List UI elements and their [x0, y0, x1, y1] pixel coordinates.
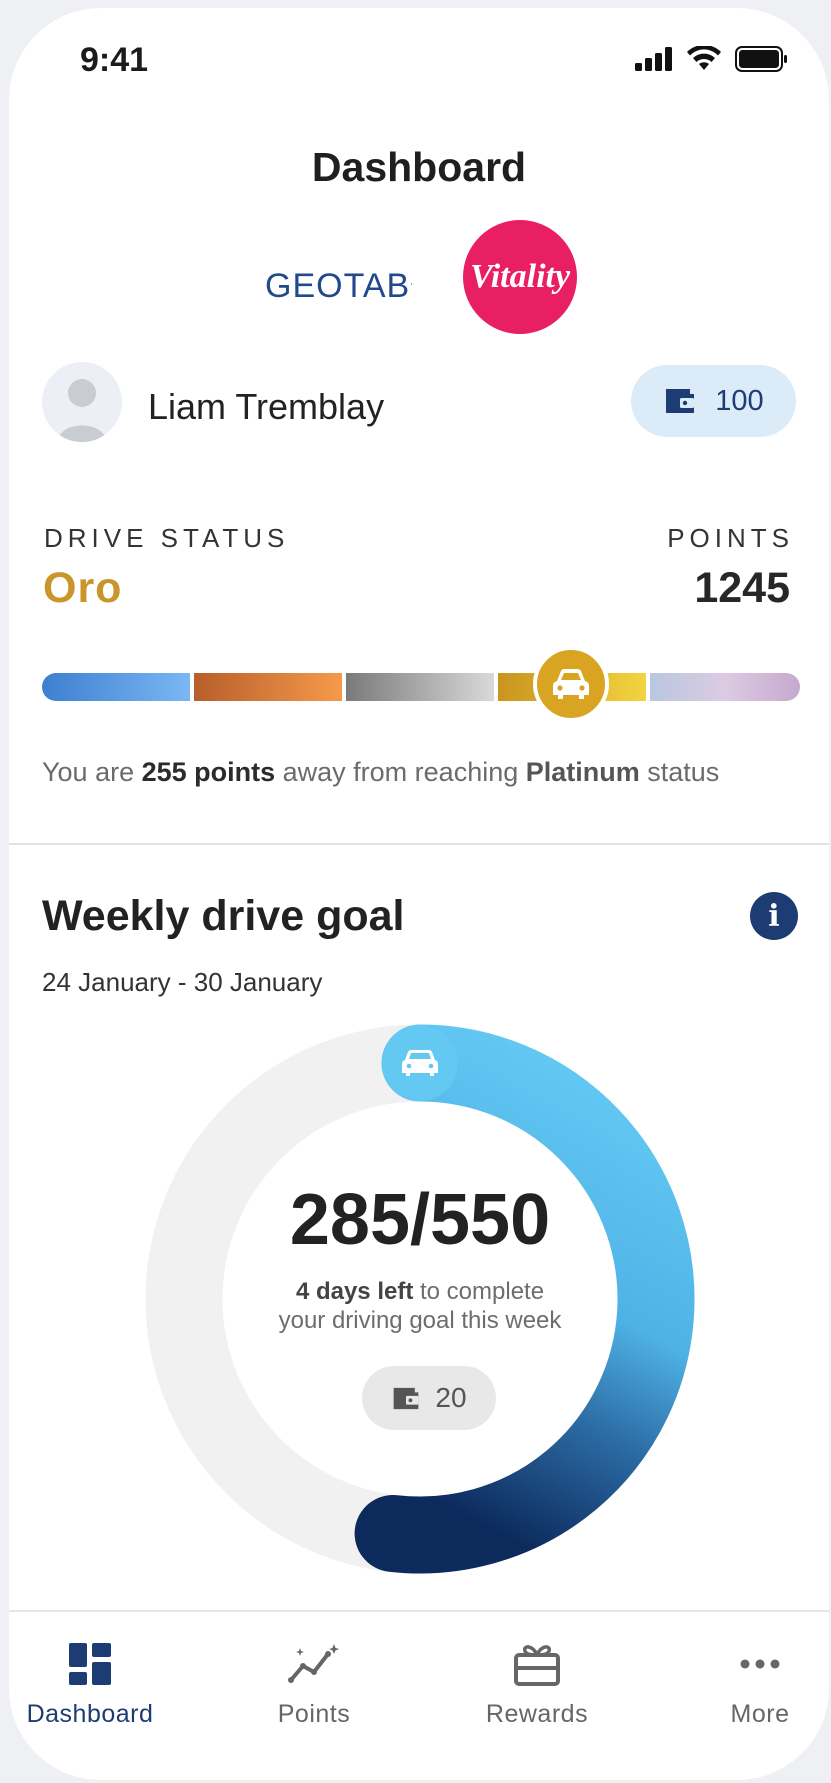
- tier-segment-silver: [346, 673, 494, 701]
- signal-icon: [635, 47, 672, 71]
- weekly-goal-date-range: 24 January - 30 January: [42, 967, 323, 997]
- points-label: POINTS: [667, 523, 794, 553]
- tab-points[interactable]: Points: [214, 1612, 414, 1780]
- section-divider: [9, 843, 829, 845]
- geotab-logo: GEOTAB.: [265, 267, 414, 305]
- goal-progress-value: 285/550: [289, 1180, 551, 1260]
- phone-screen: 9:41 Dashboard GEOTAB. Vitality Liam Tre…: [9, 8, 829, 1780]
- drive-status-label: DRIVE STATUS: [44, 523, 290, 553]
- goal-reward-pill[interactable]: 20: [362, 1366, 496, 1430]
- tab-more[interactable]: More: [660, 1612, 829, 1780]
- wallet-balance-pill[interactable]: 100: [631, 365, 796, 437]
- tab-more-label: More: [730, 1700, 790, 1728]
- dashboard-icon: [9, 1640, 190, 1688]
- tab-dashboard-label: Dashboard: [26, 1700, 154, 1728]
- user-icon: [58, 379, 106, 442]
- wallet-icon: [666, 389, 695, 413]
- weekly-goal-title: Weekly drive goal: [42, 892, 405, 940]
- points-value: 1245: [694, 564, 790, 612]
- weekly-goal-ring: 285/550 4 days left to complete your dri…: [145, 1024, 695, 1574]
- tier-progress-bar: [42, 673, 800, 701]
- tab-rewards-label: Rewards: [485, 1700, 589, 1728]
- tier-segment-blue: [42, 673, 190, 701]
- drive-status-value: Oro: [43, 564, 123, 612]
- goal-days-left-text: 4 days left to complete your driving goa…: [278, 1278, 562, 1334]
- user-name: Liam Tremblay: [148, 386, 385, 427]
- vitality-logo: Vitality: [463, 220, 577, 334]
- tier-segment-platinum: [650, 673, 800, 701]
- goal-reward-points: 20: [435, 1382, 467, 1413]
- tab-rewards[interactable]: Rewards: [437, 1612, 637, 1780]
- car-icon: [553, 669, 589, 699]
- wallet-points: 100: [715, 384, 764, 417]
- rewards-icon: [437, 1640, 637, 1688]
- status-time: 9:41: [80, 41, 149, 79]
- info-icon[interactable]: i: [750, 892, 798, 940]
- goal-ring-center: 285/550 4 days left to complete your dri…: [145, 1024, 695, 1574]
- status-icons: [635, 46, 789, 72]
- bottom-tab-bar: Dashboard Points Rewards More: [9, 1610, 829, 1780]
- status-bar: 9:41: [9, 8, 829, 108]
- tier-segment-bronze: [194, 673, 342, 701]
- more-icon: [660, 1640, 829, 1688]
- battery-icon: [735, 46, 787, 72]
- page-title: Dashboard: [311, 144, 527, 190]
- points-icon: [214, 1640, 414, 1688]
- tab-dashboard[interactable]: Dashboard: [9, 1612, 190, 1780]
- avatar[interactable]: [42, 362, 122, 442]
- current-tier-marker: [533, 646, 609, 722]
- wallet-icon: [394, 1387, 419, 1409]
- next-tier-message: You are 255 points away from reaching Pl…: [42, 757, 720, 787]
- wifi-icon: [687, 46, 721, 70]
- tab-points-label: Points: [277, 1700, 351, 1728]
